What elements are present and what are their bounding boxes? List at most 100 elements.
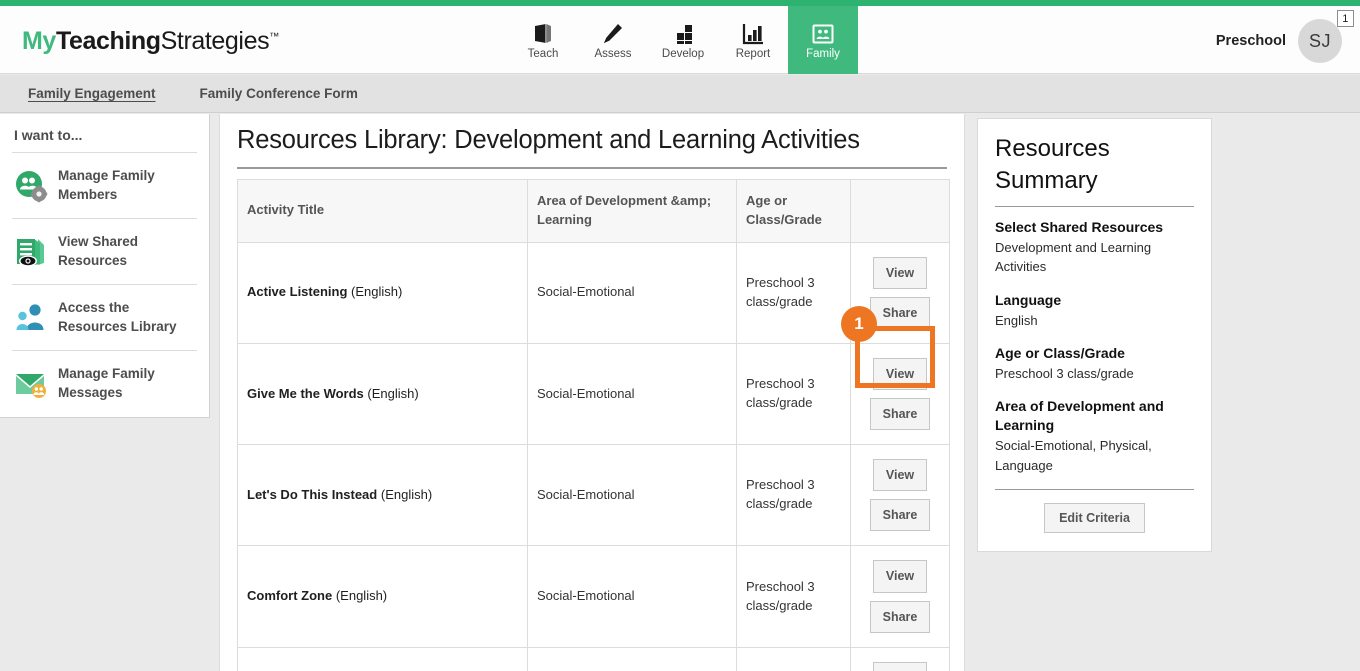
activity-language: (English) <box>381 487 432 502</box>
nav-label-teach: Teach <box>528 49 559 61</box>
nav-label-assess: Assess <box>594 49 631 61</box>
sidebar-item-manage-family-messages[interactable]: Manage Family Messages <box>12 350 197 416</box>
cell-activity-title: Active Listening (English) <box>238 242 528 343</box>
activity-language: (English) <box>336 588 387 603</box>
summary-heading: Age or Class/Grade <box>995 344 1194 363</box>
table-header-row: Activity Title Area of Development &amp;… <box>238 180 950 243</box>
cell-area: Social-Emotional <box>528 343 737 444</box>
summary-group-language: Language English <box>995 291 1194 330</box>
user-program-name: Preschool <box>1216 33 1286 49</box>
body-area: I want to... <box>0 114 1360 671</box>
nav-item-develop[interactable]: Develop <box>648 6 718 74</box>
summary-group-shared-resources: Select Shared Resources Development and … <box>995 218 1194 277</box>
column-header-age-or-class-grade: Age or Class/Grade <box>737 180 851 243</box>
sidebar: I want to... <box>0 114 210 418</box>
cell-actions: View Share <box>851 343 950 444</box>
summary-heading: Select Shared Resources <box>995 218 1194 237</box>
blocks-icon <box>671 20 695 46</box>
view-button[interactable]: View <box>873 560 927 592</box>
cell-activity-title: Comfort Zone (English) <box>238 546 528 647</box>
document-eye-icon <box>14 235 48 269</box>
book-icon <box>531 20 555 46</box>
avatar-initials: SJ <box>1309 31 1331 52</box>
nav-item-teach[interactable]: Teach <box>508 6 578 74</box>
table-body: Active Listening (English) Social-Emotio… <box>238 242 950 671</box>
table-row: Let's Do This Instead (English) Social-E… <box>238 445 950 546</box>
app-window: MyTeachingStrategies™ Teach <box>0 0 1360 671</box>
page-title: Resources Library: Development and Learn… <box>237 114 947 169</box>
sidebar-label-access-resources-library: Access the Resources Library <box>58 299 195 335</box>
main-content: Resources Library: Development and Learn… <box>219 114 965 671</box>
app-logo[interactable]: MyTeachingStrategies™ <box>22 27 279 56</box>
summary-value: Development and Learning Activities <box>995 238 1194 277</box>
logo-part-my: My <box>22 27 56 55</box>
summary-heading: Language <box>995 291 1194 310</box>
sidebar-item-access-resources-library[interactable]: Access the Resources Library <box>12 284 197 350</box>
cell-activity-title: Rock the Boat (English) <box>238 647 528 671</box>
secondary-nav: Family Engagement Family Conference Form <box>0 75 1360 113</box>
subnav-item-family-engagement[interactable]: Family Engagement <box>28 86 156 101</box>
share-button[interactable]: Share <box>870 499 931 531</box>
nav-item-assess[interactable]: Assess <box>578 6 648 74</box>
summary-value: Social-Emotional, Physical, Language <box>995 436 1194 475</box>
sidebar-title: I want to... <box>12 114 197 152</box>
activity-language: (English) <box>351 284 402 299</box>
summary-divider <box>995 489 1194 490</box>
share-button[interactable]: Share <box>870 398 931 430</box>
edit-criteria-button[interactable]: Edit Criteria <box>1044 503 1145 533</box>
bar-chart-icon <box>741 20 765 46</box>
share-button[interactable]: Share <box>870 297 931 329</box>
sidebar-label-manage-family-members: Manage Family Members <box>58 167 195 203</box>
view-button[interactable]: View <box>873 257 927 289</box>
edit-criteria-wrap: Edit Criteria <box>995 503 1194 533</box>
view-button[interactable]: View <box>873 358 927 390</box>
share-button[interactable]: Share <box>870 601 931 633</box>
view-button[interactable]: View <box>873 459 927 491</box>
sidebar-label-manage-family-messages: Manage Family Messages <box>58 365 195 401</box>
activity-title: Let's Do This Instead <box>247 487 377 502</box>
activity-language: (English) <box>367 386 418 401</box>
cell-area: Social-Emotional <box>528 445 737 546</box>
cell-activity-title: Give Me the Words (English) <box>238 343 528 444</box>
nav-item-family[interactable]: Family <box>788 6 858 74</box>
envelope-people-icon <box>14 367 48 401</box>
cell-actions: View Share <box>851 445 950 546</box>
avatar[interactable]: SJ 1 <box>1298 19 1342 63</box>
primary-nav: Teach Assess <box>508 6 858 74</box>
activity-title: Active Listening <box>247 284 347 299</box>
column-header-area-of-development: Area of Development &amp; Learning <box>528 180 737 243</box>
summary-value: Preschool 3 class/grade <box>995 364 1194 384</box>
sidebar-item-manage-family-members[interactable]: Manage Family Members <box>12 152 197 218</box>
pencil-icon <box>601 20 625 46</box>
table-row: Give Me the Words (English) Social-Emoti… <box>238 343 950 444</box>
family-icon <box>811 20 835 46</box>
nav-item-report[interactable]: Report <box>718 6 788 74</box>
app-header: MyTeachingStrategies™ Teach <box>0 6 1360 74</box>
nav-label-develop: Develop <box>662 49 704 61</box>
cell-actions: View Share <box>851 546 950 647</box>
logo-part-strategies: Strategies <box>161 27 270 55</box>
logo-trademark-icon: ™ <box>269 32 279 43</box>
summary-group-area-of-development: Area of Development and Learning Social-… <box>995 397 1194 475</box>
table-row: Comfort Zone (English) Social-Emotional … <box>238 546 950 647</box>
summary-heading: Area of Development and Learning <box>995 397 1194 435</box>
nav-label-report: Report <box>736 49 771 61</box>
sidebar-label-view-shared-resources: View Shared Resources <box>58 233 195 269</box>
cell-age: Preschool 3 class/grade <box>737 445 851 546</box>
cell-activity-title: Let's Do This Instead (English) <box>238 445 528 546</box>
activity-title: Give Me the Words <box>247 386 364 401</box>
summary-value: English <box>995 311 1194 331</box>
resources-summary-panel: Resources Summary Select Shared Resource… <box>977 118 1212 552</box>
cell-area: Social-Emotional <box>528 242 737 343</box>
view-button[interactable]: View <box>873 662 927 671</box>
summary-title: Resources Summary <box>995 133 1194 207</box>
activity-title: Comfort Zone <box>247 588 332 603</box>
logo-part-teaching: Teaching <box>56 27 161 55</box>
cell-age: Preschool 3 class/grade <box>737 343 851 444</box>
user-zone: Preschool SJ 1 <box>1216 19 1342 63</box>
notification-badge[interactable]: 1 <box>1337 10 1354 27</box>
sidebar-item-view-shared-resources[interactable]: View Shared Resources <box>12 218 197 284</box>
subnav-item-family-conference-form[interactable]: Family Conference Form <box>200 86 358 101</box>
column-header-activity-title: Activity Title <box>238 180 528 243</box>
column-header-actions <box>851 180 950 243</box>
